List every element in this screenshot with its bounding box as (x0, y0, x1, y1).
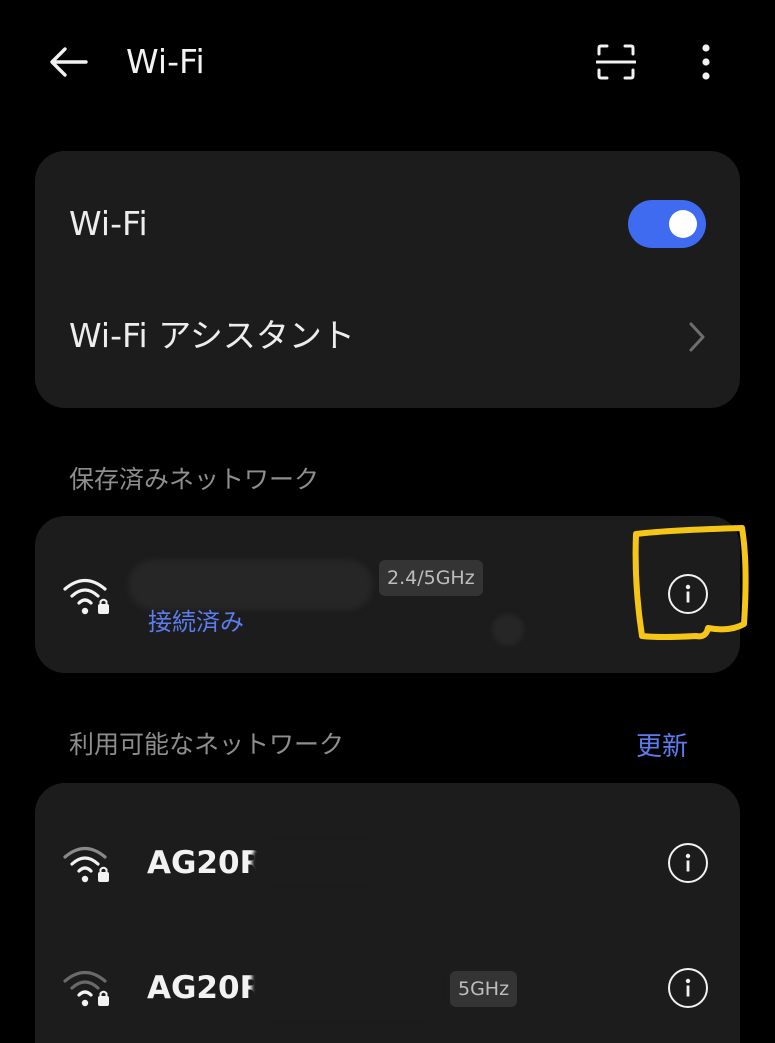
wifi-locked-icon (63, 970, 109, 1007)
saved-network-info-button[interactable] (668, 574, 708, 614)
info-icon (685, 853, 691, 872)
info-icon (685, 978, 691, 997)
redacted-ssid (128, 560, 373, 610)
top-app-bar: Wi-Fi (0, 0, 775, 124)
network-info-button[interactable] (668, 968, 708, 1008)
more-vertical-icon (702, 44, 710, 80)
more-options-button[interactable] (684, 36, 728, 88)
wifi-locked-icon (63, 578, 109, 615)
network-ssid: AG20R (147, 845, 264, 881)
band-badge: 2.4/5GHz (379, 560, 483, 596)
redacted-ssid (252, 958, 442, 1020)
network-info-button[interactable] (668, 843, 708, 883)
wifi-toggle-label: Wi-Fi (69, 204, 148, 243)
wifi-locked-icon (63, 846, 109, 883)
refresh-button[interactable]: 更新 (636, 730, 688, 764)
arrow-left-icon (50, 47, 88, 77)
wifi-toggle[interactable] (628, 200, 706, 248)
saved-networks-header: 保存済みネットワーク (69, 465, 320, 494)
scan-icon (596, 44, 636, 80)
band-badge: 5GHz (450, 971, 518, 1007)
connection-status: 接続済み (148, 608, 244, 636)
network-ssid: AG20R (147, 970, 264, 1006)
toggle-knob (669, 210, 697, 238)
chevron-right-icon (689, 322, 705, 352)
redacted-mark (492, 614, 524, 646)
info-icon (685, 584, 691, 603)
wifi-settings-card (35, 151, 740, 408)
redacted-ssid (252, 842, 390, 884)
page-title: Wi-Fi (126, 42, 205, 81)
back-button[interactable] (42, 38, 94, 86)
available-networks-header: 利用可能なネットワーク (69, 730, 345, 759)
qr-scan-button[interactable] (590, 36, 642, 88)
wifi-assistant-item[interactable]: Wi-Fi アシスタント (69, 314, 669, 358)
